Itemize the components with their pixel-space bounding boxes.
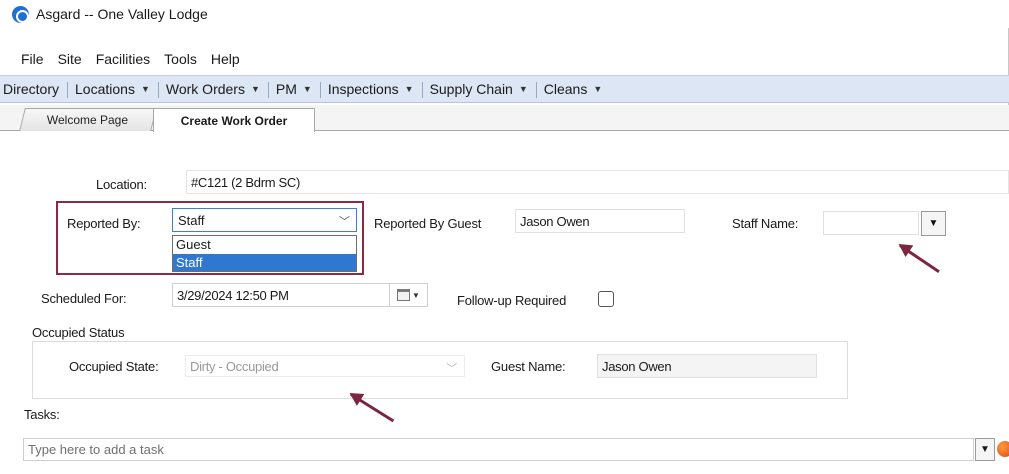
chevron-down-icon: ▼ — [404, 84, 414, 94]
scheduled-for-label: Scheduled For: — [41, 291, 127, 306]
nav-cleans[interactable]: Cleans ▼ — [535, 81, 611, 98]
reported-by-value: Staff — [178, 212, 205, 228]
window-title: Asgard -- One Valley Lodge — [36, 6, 208, 22]
nav-pm[interactable]: PM ▼ — [267, 81, 320, 98]
chevron-down-icon: ﹀ — [446, 363, 457, 375]
staff-name-dropdown-button[interactable]: ▼ — [921, 211, 946, 236]
task-dropdown-button[interactable]: ▼ — [975, 438, 995, 461]
nav-work-orders[interactable]: Work Orders ▼ — [157, 81, 268, 98]
calendar-icon — [397, 289, 411, 301]
staff-name-label: Staff Name: — [732, 216, 799, 231]
date-picker-button[interactable]: ▼ — [390, 283, 428, 307]
alert-icon[interactable] — [997, 441, 1009, 457]
caret-down-icon: ▼ — [928, 218, 939, 229]
menu-help[interactable]: Help — [211, 51, 240, 67]
menu-tools[interactable]: Tools — [164, 51, 197, 67]
tab-create-work-order[interactable]: Create Work Order — [153, 108, 315, 132]
occupied-state-select: Dirty - Occupied ﹀ — [185, 355, 465, 377]
caret-down-icon: ▼ — [412, 290, 420, 300]
nav-inspections[interactable]: Inspections ▼ — [319, 81, 422, 98]
chevron-down-icon: ▼ — [593, 84, 603, 94]
menu-site[interactable]: Site — [58, 51, 82, 67]
staff-name-field[interactable] — [823, 211, 919, 235]
reported-by-select[interactable]: Staff ﹀ — [172, 208, 357, 232]
dropdown-option-guest[interactable]: Guest — [173, 236, 356, 254]
reported-by-guest-field[interactable]: Jason Owen — [515, 209, 685, 233]
occupied-state-label: Occupied State: — [69, 359, 159, 374]
menu-file[interactable]: File — [21, 51, 44, 67]
tab-strip: Welcome Page Create Work Order — [0, 105, 1009, 132]
chevron-down-icon: ▼ — [302, 84, 312, 94]
chevron-down-icon: ▼ — [518, 84, 528, 94]
nav-bar: Directory Locations ▼ Work Orders ▼ PM ▼ In… — [0, 75, 1009, 103]
reported-by-guest-label: Reported By Guest — [374, 216, 482, 231]
chevron-down-icon: ﹀ — [339, 216, 350, 228]
tasks-label: Tasks: — [24, 407, 60, 422]
app-logo-icon — [12, 6, 29, 23]
dropdown-option-staff[interactable]: Staff — [173, 253, 356, 271]
reported-by-label: Reported By: — [67, 216, 141, 231]
tab-welcome-page[interactable]: Welcome Page — [19, 108, 157, 131]
occupied-state-value: Dirty - Occupied — [190, 358, 279, 374]
title-bar: Asgard -- One Valley Lodge — [0, 0, 1009, 28]
follow-up-checkbox[interactable] — [598, 291, 614, 307]
menu-facilities[interactable]: Facilities — [96, 51, 150, 67]
occupied-status-group-label: Occupied Status — [30, 325, 127, 340]
menu-bar: File Site Facilities Tools Help — [0, 48, 240, 70]
reported-by-dropdown-list: Guest Staff — [172, 235, 357, 272]
chevron-down-icon: ▼ — [140, 84, 150, 94]
follow-up-label: Follow-up Required — [457, 293, 567, 308]
scheduled-for-field[interactable]: 3/29/2024 12:50 PM — [172, 283, 390, 307]
guest-name-label: Guest Name: — [491, 359, 566, 374]
caret-down-icon: ▼ — [980, 444, 990, 455]
guest-name-field: Jason Owen — [597, 354, 817, 378]
location-label: Location: — [96, 177, 147, 192]
nav-directory[interactable]: Directory — [0, 81, 67, 97]
nav-supply-chain[interactable]: Supply Chain ▼ — [421, 81, 536, 98]
task-input[interactable] — [23, 438, 974, 461]
nav-locations[interactable]: Locations ▼ — [67, 81, 158, 98]
location-field[interactable]: #C121 (2 Bdrm SC) — [186, 170, 1009, 194]
app-window: Asgard -- One Valley Lodge File Site Fac… — [0, 0, 1009, 474]
create-work-order-form: Location: #C121 (2 Bdrm SC) Reported By:… — [0, 131, 1009, 474]
chevron-down-icon: ▼ — [250, 84, 260, 94]
